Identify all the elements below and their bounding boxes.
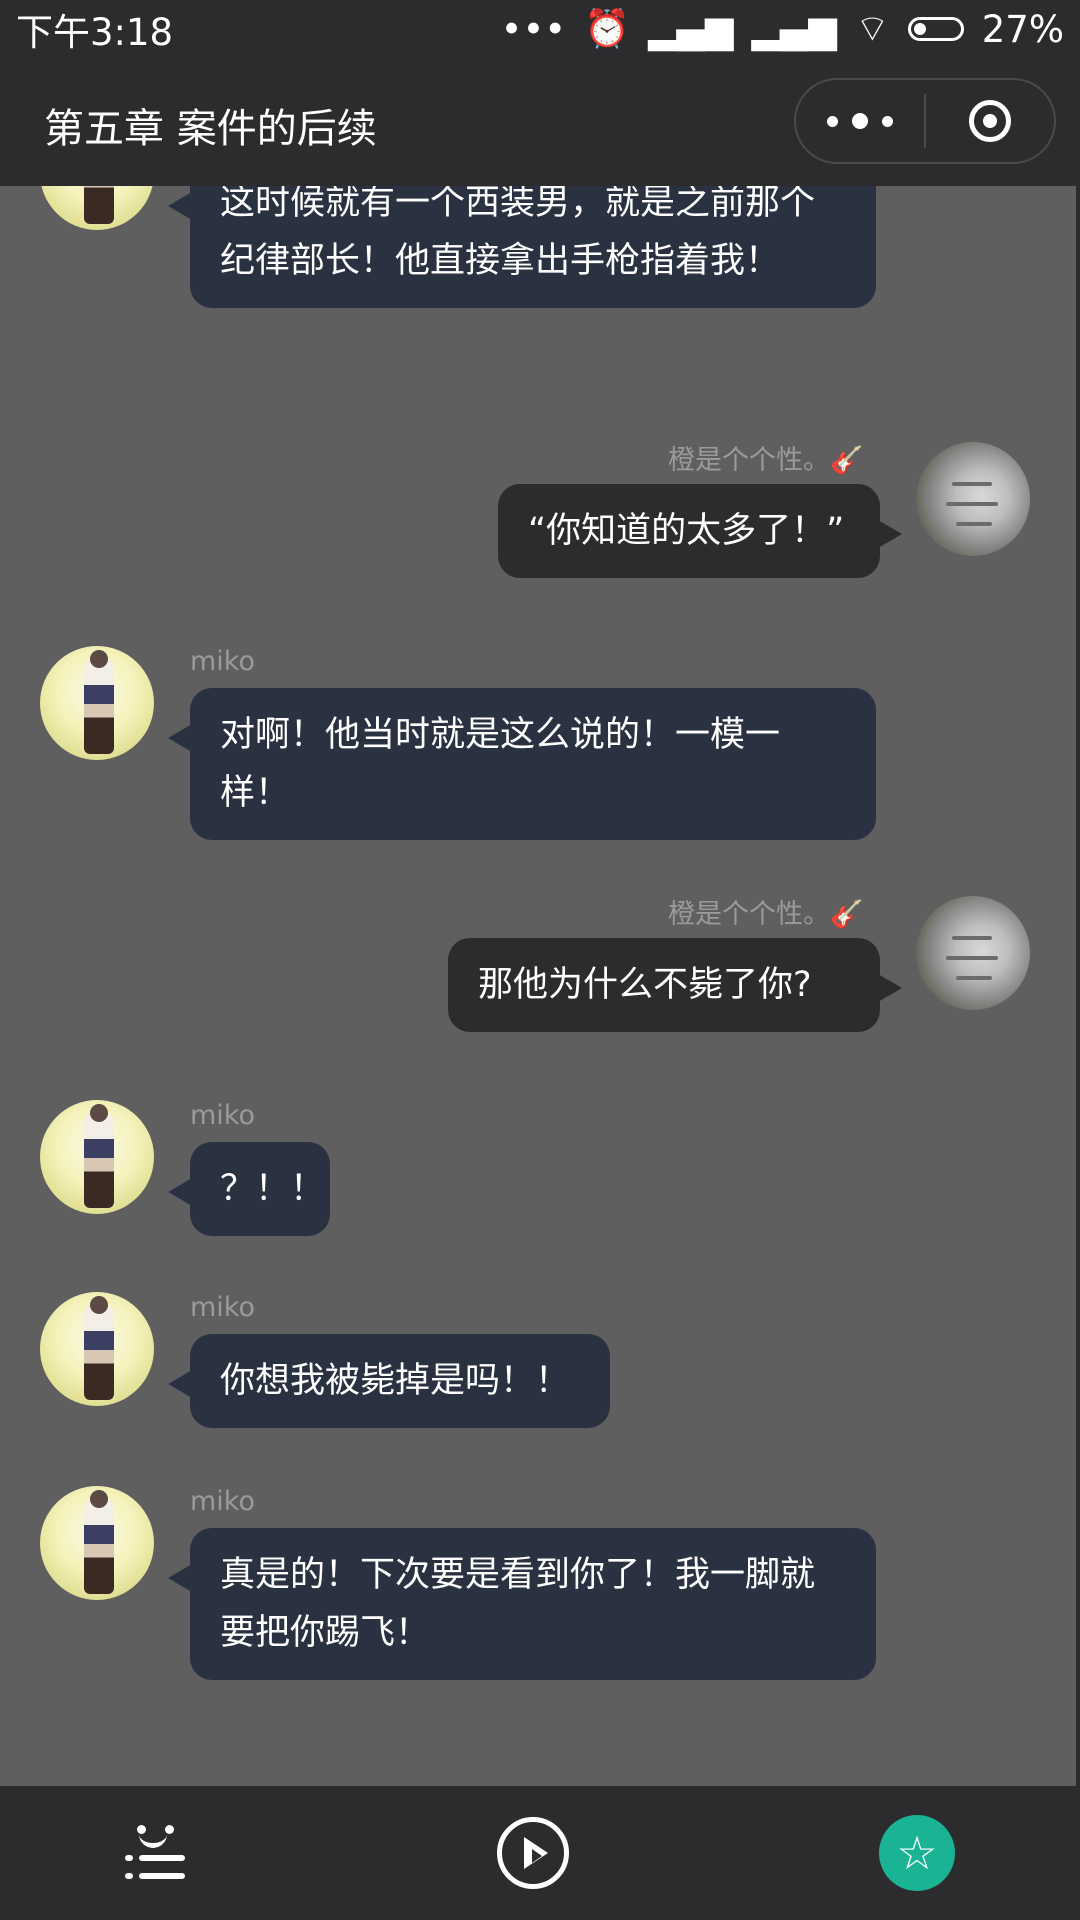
bottom-bar: ☆: [0, 1786, 1080, 1920]
sender-name: 橙是个个性。🎸: [668, 899, 864, 930]
avatar-miko[interactable]: [40, 1486, 154, 1600]
scrollbar[interactable]: [1076, 186, 1080, 1786]
sender-name: miko: [190, 646, 255, 677]
message-bubble: “你知道的太多了！”: [498, 484, 902, 578]
star-icon: ☆: [879, 1815, 955, 1891]
mini-program-capsule: [794, 78, 1056, 164]
avatar-cat[interactable]: [916, 896, 1030, 1010]
sender-name: miko: [190, 1486, 255, 1517]
message-bubble: 对啊！他当时就是这么说的！一模一样！: [168, 688, 876, 840]
sender-name: miko: [190, 1100, 255, 1131]
play-icon: [497, 1817, 569, 1889]
avatar-miko[interactable]: [40, 646, 154, 760]
nav-bar: 第五章 案件的后续: [0, 58, 1080, 186]
more-icon[interactable]: [796, 80, 924, 162]
signal-icon: ▂▄▆: [648, 7, 734, 51]
guitar-icon: 🎸: [830, 445, 864, 476]
battery-percent: 27%: [981, 7, 1064, 51]
wifi-icon: ⌔: [854, 7, 890, 50]
menu-face-icon: [125, 1821, 189, 1885]
avatar-miko[interactable]: [40, 1100, 154, 1214]
page-title: 第五章 案件的后续: [44, 106, 377, 152]
guitar-icon: 🎸: [830, 899, 864, 930]
message-bubble: ？！！: [168, 1142, 330, 1236]
message-bubble: 真是的！下次要是看到你了！我一脚就要把你踢飞！: [168, 1528, 876, 1680]
message-bubble: 你想我被毙掉是吗！！: [168, 1334, 610, 1428]
status-bar: 下午3:18 ••• ⏰ ▂▄▆ ▂▄▆ ⌔ 27%: [0, 0, 1080, 58]
avatar-cat[interactable]: [916, 442, 1030, 556]
target-icon[interactable]: [926, 80, 1054, 162]
hd-signal-icon: ▂▄▆: [751, 7, 837, 51]
favorite-button[interactable]: ☆: [872, 1808, 962, 1898]
message-bubble: 这时候就有一个西装男，就是之前那个纪律部长！他直接拿出手枪指着我！: [168, 186, 876, 308]
more-dots-icon: •••: [500, 7, 567, 51]
battery-icon: [907, 17, 964, 41]
message-bubble: 那他为什么不毙了你?: [448, 938, 902, 1032]
sender-name: 橙是个个性。🎸: [668, 445, 864, 476]
menu-button[interactable]: [112, 1808, 202, 1898]
avatar-miko[interactable]: [40, 186, 154, 230]
avatar-miko[interactable]: [40, 1292, 154, 1406]
sender-name: miko: [190, 1292, 255, 1323]
chat-area[interactable]: 这时候就有一个西装男，就是之前那个纪律部长！他直接拿出手枪指着我！ 橙是个个性。…: [0, 186, 1080, 1786]
status-time: 下午3:18: [16, 11, 174, 54]
status-icons: ••• ⏰ ▂▄▆ ▂▄▆ ⌔ 27%: [501, 6, 1064, 52]
alarm-icon: ⏰: [584, 7, 631, 50]
play-button[interactable]: [488, 1808, 578, 1898]
